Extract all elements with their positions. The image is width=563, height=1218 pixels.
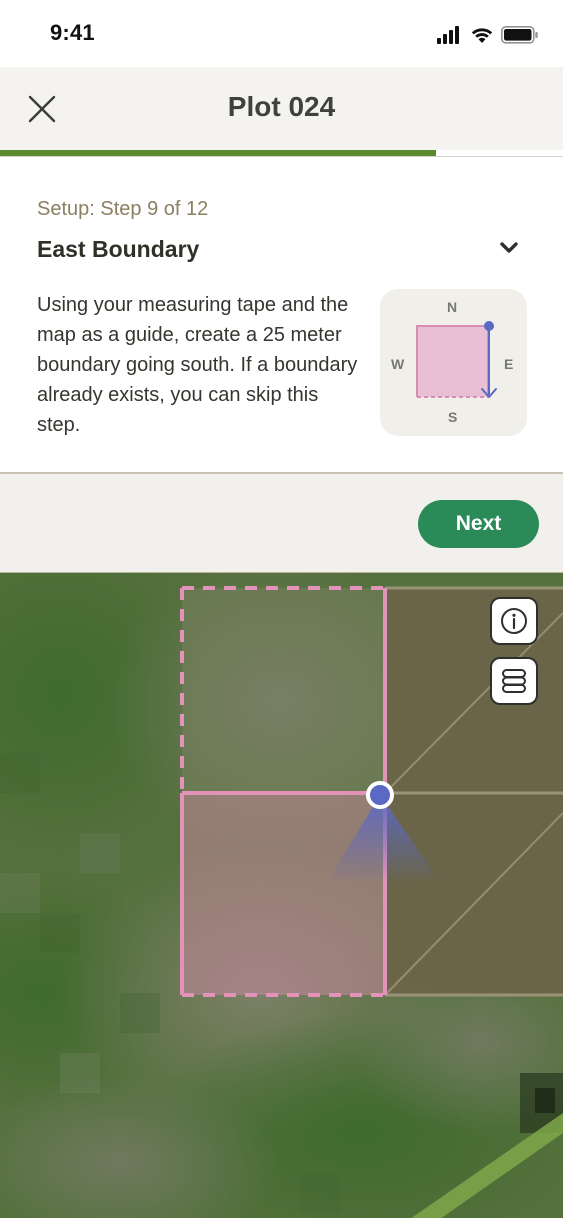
status-bar: 9:41 <box>0 0 563 67</box>
current-location-marker <box>366 781 394 809</box>
status-icons <box>437 26 538 44</box>
map-info-button[interactable] <box>490 597 538 645</box>
step-counter: Setup: Step 9 of 12 <box>37 198 209 220</box>
satellite-map <box>0 573 563 1218</box>
map-view[interactable] <box>0 572 563 1218</box>
header: Plot 024 <box>0 67 563 150</box>
next-button[interactable]: Next <box>418 500 539 548</box>
layers-icon <box>502 669 526 693</box>
progress-fill <box>0 150 437 156</box>
wifi-icon <box>471 28 493 43</box>
step-panel: Setup: Step 9 of 12 East Boundary Using … <box>0 158 563 474</box>
battery-icon <box>501 26 538 44</box>
signal-icon <box>437 26 459 44</box>
step-title: East Boundary <box>37 236 200 262</box>
compass-plot-icon <box>416 321 497 398</box>
map-layers-button[interactable] <box>490 657 538 705</box>
action-bar: Next <box>0 474 563 572</box>
info-icon <box>501 608 527 634</box>
screen: 9:41 Plot 024 Setup: Step 9 of 12 East B… <box>0 0 563 1218</box>
status-time: 9:41 <box>50 20 95 45</box>
step-instructions: Using your measuring tape and the map as… <box>37 294 358 436</box>
progress-bar <box>0 150 563 157</box>
page-title: Plot 024 <box>227 91 336 122</box>
chevron-down-icon[interactable] <box>496 237 522 259</box>
compass-diagram: N E S W <box>380 289 527 436</box>
